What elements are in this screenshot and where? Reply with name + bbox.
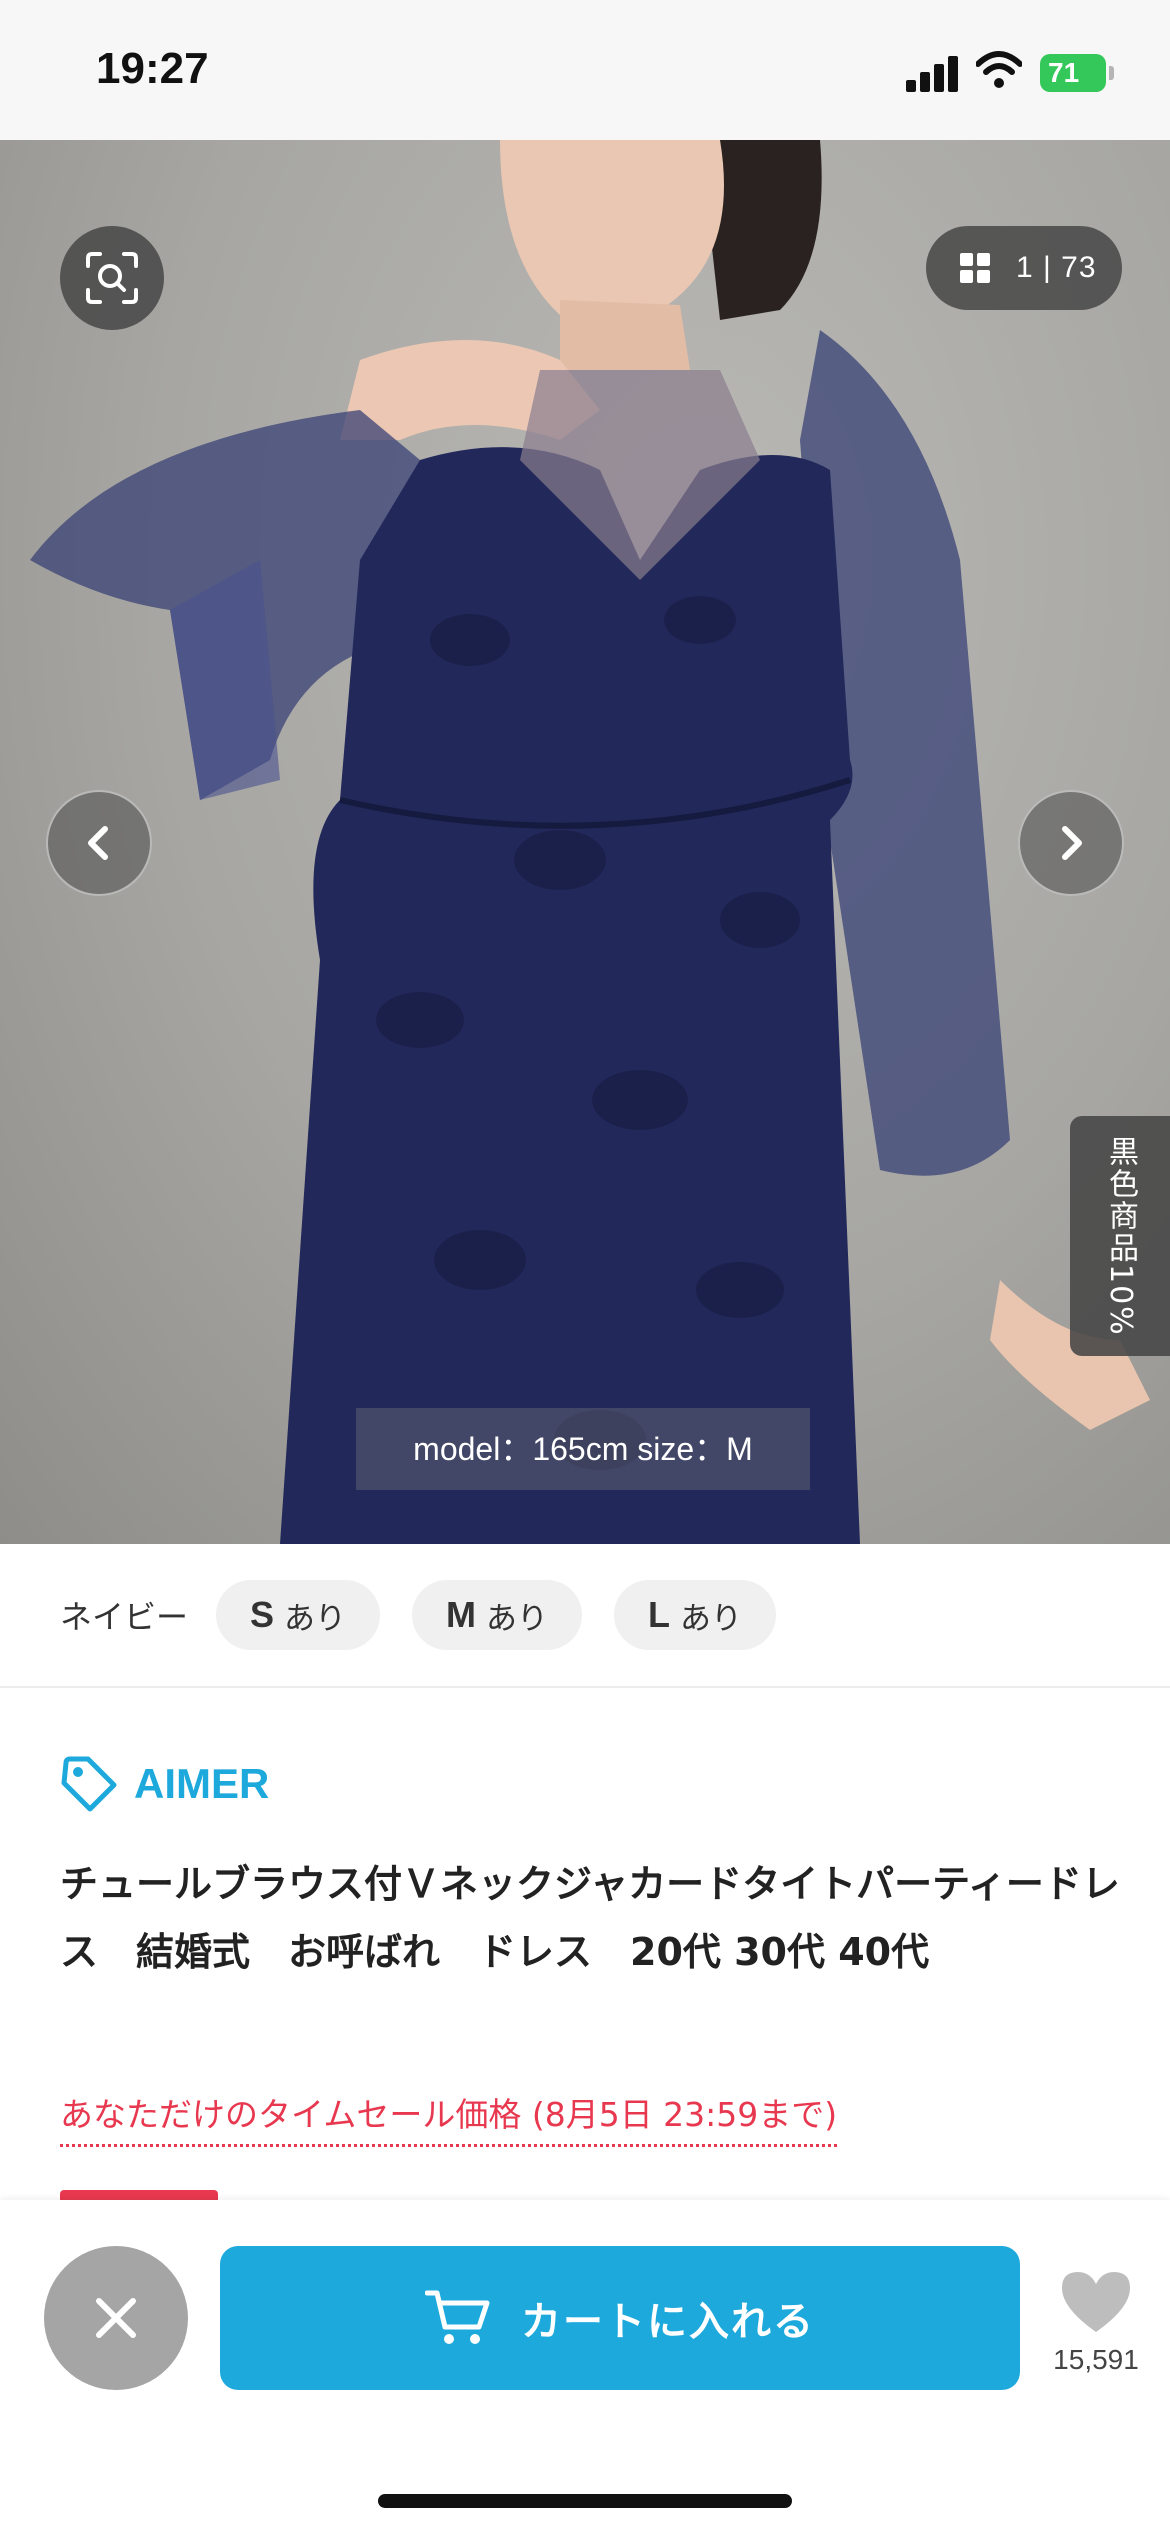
stock-label: あり	[680, 1600, 743, 1637]
signal-icon	[906, 52, 960, 92]
size-label: M	[446, 1594, 477, 1635]
next-image-button[interactable]	[1018, 790, 1124, 896]
zoom-button[interactable]	[60, 226, 164, 330]
previous-image-button[interactable]	[46, 790, 152, 896]
bottom-action-bar: カートに入れる 15,591	[0, 2200, 1170, 2532]
wifi-icon	[976, 51, 1022, 88]
tag-icon	[61, 1756, 117, 1812]
product-page: 19:27 71 1 | 73 model：165cm size：M 黒色商品1…	[0, 0, 1170, 2532]
heart-icon	[1062, 2272, 1130, 2332]
add-to-cart-button[interactable]: カートに入れる	[220, 2246, 1020, 2390]
status-time: 19:27	[96, 44, 209, 93]
size-chip-m[interactable]: M あり	[412, 1580, 583, 1650]
time-sale-notice[interactable]: あなただけのタイムセール価格 (8月5日 23:59まで)	[60, 2088, 838, 2147]
zoom-search-icon	[86, 252, 138, 304]
brand-name: AIMER	[134, 1760, 270, 1807]
favorite-count: 15,591	[1053, 2344, 1139, 2375]
product-photo	[30, 140, 1150, 1544]
battery-icon: 71	[1040, 54, 1114, 92]
close-icon	[96, 2298, 136, 2338]
close-button[interactable]	[44, 2246, 188, 2390]
model-caption: model：165cm size：M	[356, 1408, 810, 1490]
variation-row: ネイビー S あり M あり L あり	[0, 1544, 1170, 1688]
grid-icon	[960, 253, 990, 283]
size-label: S	[250, 1594, 275, 1635]
size-label: L	[648, 1594, 671, 1635]
cart-button-label: カートに入れる	[521, 2299, 815, 2345]
battery-level: 71	[1048, 57, 1080, 88]
image-counter[interactable]: 1 | 73	[926, 226, 1122, 310]
stock-label: あり	[284, 1600, 347, 1637]
color-label: ネイビー	[60, 1598, 189, 1636]
brand-link[interactable]: AIMER	[60, 1754, 269, 1814]
stock-label: あり	[486, 1600, 549, 1637]
size-chip-s[interactable]: S あり	[216, 1580, 381, 1650]
home-indicator[interactable]	[378, 2494, 792, 2508]
cart-icon	[425, 2290, 490, 2344]
chevron-right-icon	[1062, 826, 1082, 860]
status-bar: 19:27 71	[0, 0, 1170, 140]
chevron-left-icon	[88, 826, 108, 860]
size-chip-l[interactable]: L あり	[614, 1580, 777, 1650]
favorite-button[interactable]: 15,591	[1040, 2268, 1152, 2388]
product-image-gallery[interactable]: 1 | 73 model：165cm size：M	[0, 140, 1170, 1544]
side-promo-badge[interactable]: 黒色商品10%	[1070, 1116, 1170, 1356]
product-title: チュールブラウス付Ｖネックジャカードタイトパーティードレス 結婚式 お呼ばれ ド…	[60, 1862, 1120, 1974]
image-counter-text: 1 | 73	[1016, 251, 1097, 284]
